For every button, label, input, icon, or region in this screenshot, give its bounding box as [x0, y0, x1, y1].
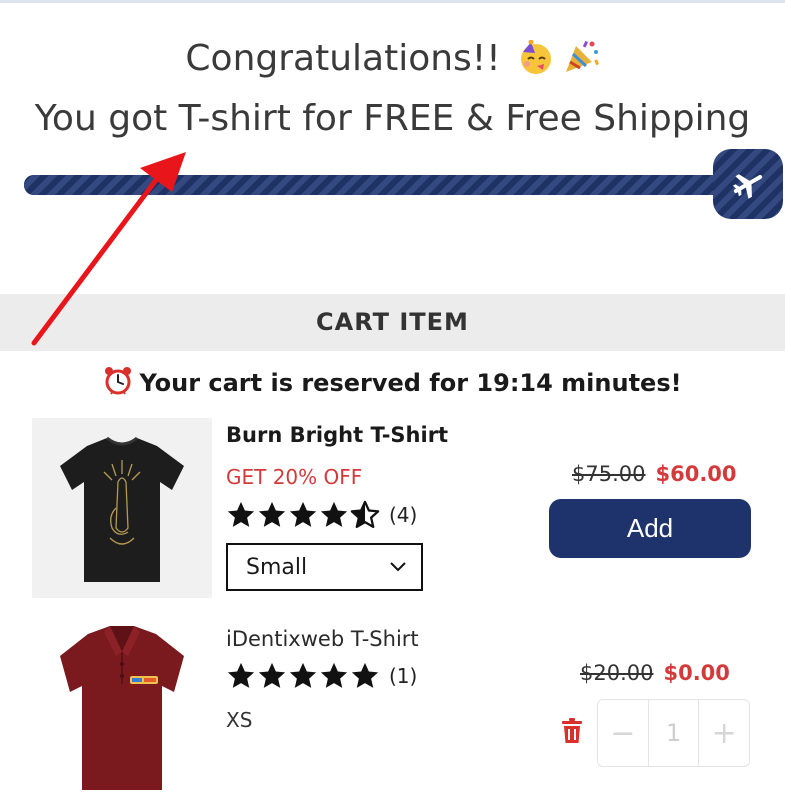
review-count[interactable]: (4)	[389, 503, 417, 527]
price-item-2: $20.00 $0.00	[580, 658, 730, 688]
cart-page: Congratulations!! You got T-shirt for FR…	[0, 0, 785, 800]
star-full-icon	[289, 662, 317, 688]
chevron-down-icon	[390, 562, 406, 572]
congrats-subtitle: You got T-shirt for FREE & Free Shipping	[34, 98, 751, 139]
star-full-icon	[258, 662, 286, 688]
top-divider	[0, 0, 785, 3]
alarm-clock-icon	[103, 366, 133, 405]
star-full-icon	[227, 662, 255, 688]
rating-stars: (1)	[226, 661, 417, 691]
add-button[interactable]: Add	[549, 499, 751, 558]
trash-icon[interactable]	[560, 717, 584, 745]
original-price: $75.00	[572, 462, 646, 486]
progress-badge	[713, 149, 783, 219]
partying-face-icon	[518, 38, 554, 92]
product-title[interactable]: Burn Bright T-Shirt	[226, 420, 448, 450]
party-popper-icon	[562, 38, 600, 92]
sale-price: $60.00	[655, 462, 737, 486]
star-full-icon	[227, 501, 255, 527]
product-title[interactable]: iDentixweb T-Shirt	[226, 624, 419, 654]
star-full-icon	[351, 662, 379, 688]
quantity-input[interactable]: 1	[647, 700, 700, 766]
price-item-1: $75.00 $60.00	[572, 459, 737, 489]
quantity-stepper: − 1 +	[597, 699, 750, 767]
star-full-icon	[320, 662, 348, 688]
reserved-text: Your cart is reserved for 19:14 minutes!	[139, 369, 682, 397]
original-price: $20.00	[580, 661, 654, 685]
progress-fill	[24, 175, 744, 195]
size-select-value: Small	[246, 554, 308, 580]
reservation-timer: Your cart is reserved for 19:14 minutes!	[0, 366, 785, 405]
product-image-identixweb[interactable]	[32, 612, 212, 800]
discount-label: GET 20% OFF	[226, 465, 363, 489]
cart-header: CART ITEM	[0, 294, 785, 351]
free-shipping-progress-bar	[24, 175, 744, 195]
product-image-burn-bright[interactable]	[32, 418, 212, 598]
star-full-icon	[320, 501, 348, 527]
size-select[interactable]: Small	[226, 543, 423, 591]
star-full-icon	[258, 501, 286, 527]
review-count[interactable]: (1)	[389, 664, 417, 688]
quantity-decrement-button[interactable]: −	[598, 700, 648, 766]
airplane-icon	[732, 174, 763, 199]
sale-price: $0.00	[663, 661, 730, 685]
variant-label: XS	[226, 708, 253, 732]
star-full-icon	[289, 501, 317, 527]
rating-stars: (4)	[226, 500, 417, 530]
star-half-icon	[350, 500, 380, 528]
quantity-increment-button[interactable]: +	[699, 700, 749, 766]
congrats-banner: Congratulations!! You got T-shirt for FR…	[0, 32, 785, 146]
congrats-title: Congratulations!!	[185, 38, 501, 79]
